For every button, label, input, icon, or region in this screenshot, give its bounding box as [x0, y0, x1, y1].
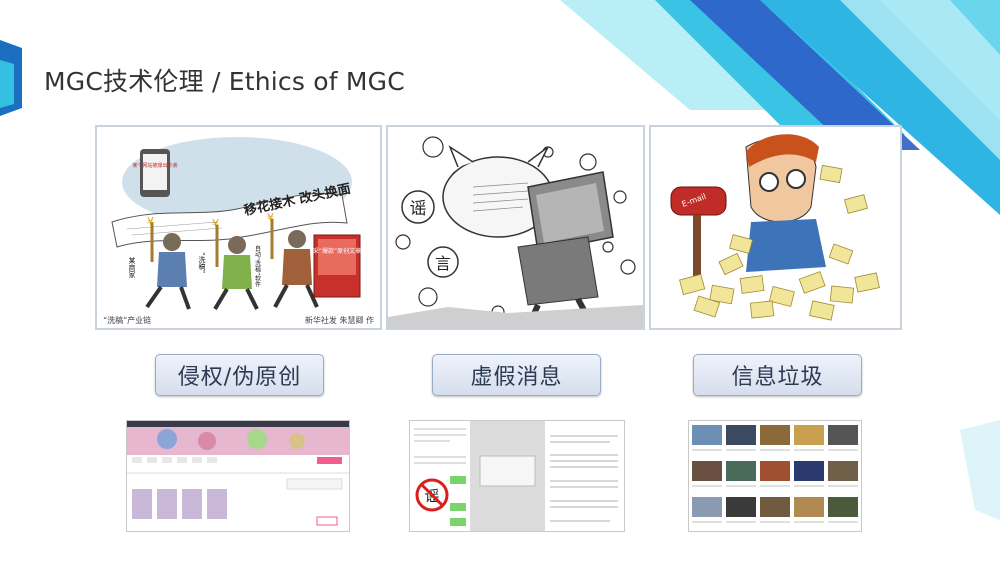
phone-text: 某个网站被爆出抄袭 [132, 162, 177, 169]
caption-right: 新华社发 朱慧卿 作 [305, 315, 374, 325]
svg-text:¥: ¥ [267, 211, 274, 224]
figure-label-washer: “洗稿” [198, 252, 206, 273]
caption-left: “洗稿”产业链 [103, 315, 151, 325]
svg-text:¥: ¥ [147, 215, 154, 228]
label-fake-news: 虚假消息 [432, 354, 601, 396]
video-site-screenshot [126, 420, 350, 532]
figure-label-software: 自动“洗稿”软件 [254, 244, 261, 288]
spam-cartoon: E-mail [649, 125, 902, 330]
label-infringement: 侵权/伪原创 [155, 354, 324, 396]
svg-text:¥: ¥ [212, 217, 219, 230]
label-spam: 信息垃圾 [693, 354, 862, 396]
bubble-rumor-2: 言 [435, 254, 451, 273]
bubble-rumor-1: 谣 [410, 199, 427, 219]
slide-title: MGC技术伦理 / Ethics of MGC [44, 67, 405, 96]
book-text: 采“爆款”原创文章 [313, 247, 361, 255]
rumor-chat-screenshot: 谣 [409, 420, 625, 532]
plagiarism-cartoon: 某个网站被爆出抄袭 移花接木 改头换面 ¥ 某商家 ¥ “洗稿” ¥ 自动“洗稿… [95, 125, 382, 330]
rumor-cartoon: 谣 言 [386, 125, 645, 330]
image-grid-screenshot [688, 420, 862, 532]
figure-label-merchant: 某商家 [128, 257, 136, 278]
